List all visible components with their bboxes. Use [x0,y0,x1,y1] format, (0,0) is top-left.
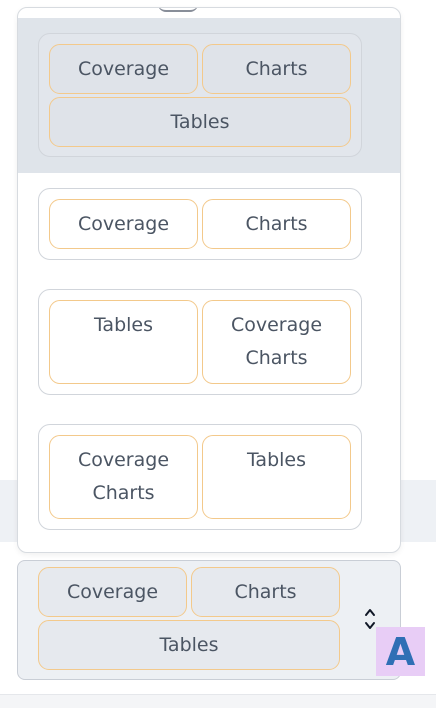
chip-coverage: Coverage [49,44,198,94]
chip-coverage-charts: Coverage Charts [49,435,198,519]
badge-letter: A [385,629,416,674]
chip-label: Tables [159,633,219,656]
chip-coverage: Coverage [38,567,187,617]
chip-charts: Charts [202,199,351,249]
chip-label: Charts [234,580,297,603]
multiselect-control[interactable]: Coverage Charts Tables [17,560,401,680]
dropdown-option-1[interactable]: Coverage Charts Tables [38,33,362,157]
chip-label: Tables [93,314,154,336]
dropdown-option-1-highlight[interactable]: Coverage Charts Tables [18,18,400,173]
chip-tables: Tables [38,620,340,670]
chip-label: Coverage Charts [77,449,170,504]
bottom-strip [0,695,436,708]
chip-label: Coverage [66,580,159,603]
chip-label: Charts [245,57,308,80]
chip-label: Tables [246,449,307,471]
chip-label: Coverage Charts [230,314,323,369]
chip-coverage-charts: Coverage Charts [202,300,351,384]
dropdown-top-edge [158,8,198,12]
dropdown-menu: Coverage Charts Tables Coverage Charts T… [17,7,401,553]
chip-label: Coverage [77,57,170,80]
chip-tables: Tables [49,97,351,147]
chevron-up-down-icon-svg [365,609,375,629]
chip-label: Coverage [77,212,170,235]
page: Coverage Charts Tables Coverage Charts T… [0,0,436,708]
chip-coverage: Coverage [49,199,198,249]
chip-charts: Charts [191,567,340,617]
chip-charts: Charts [202,44,351,94]
a-badge: A [376,627,425,676]
dropdown-option-3[interactable]: Tables Coverage Charts [38,289,362,395]
chip-label: Charts [245,212,308,235]
chip-label: Tables [170,110,230,133]
dropdown-option-2[interactable]: Coverage Charts [38,188,362,260]
chip-tables: Tables [202,435,351,519]
chip-tables: Tables [49,300,198,384]
dropdown-option-4[interactable]: Coverage Charts Tables [38,424,362,530]
